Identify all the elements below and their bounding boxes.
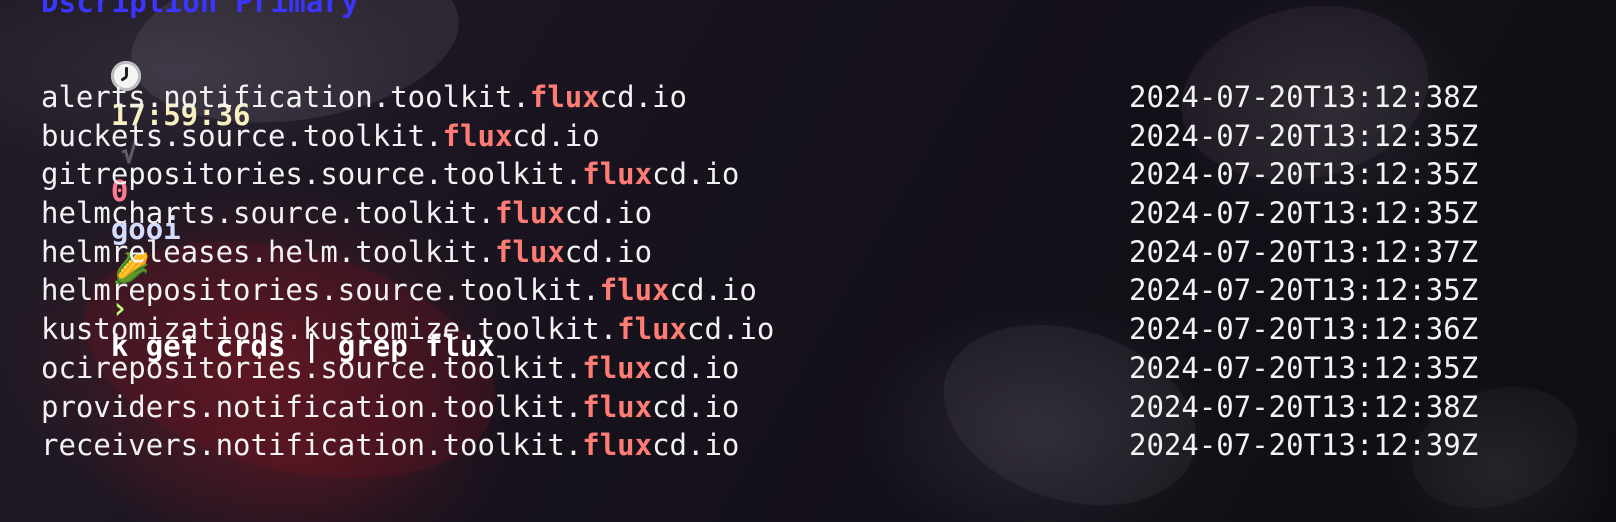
crd-name-suffix: cd.io — [669, 273, 757, 308]
created-at: 2024-07-20T13:12:36Z — [1129, 312, 1479, 347]
output-row: helmrepositories.source.toolkit.fluxcd.i… — [41, 271, 1521, 310]
output-row: alerts.notification.toolkit.fluxcd.io 20… — [41, 78, 1521, 117]
partial-top-line: Dscription Primary — [41, 0, 359, 19]
crd-name-suffix: cd.io — [652, 389, 740, 424]
grep-match: flux — [494, 234, 565, 269]
grep-match: flux — [529, 80, 600, 114]
created-at: 2024-07-20T13:12:35Z — [1129, 157, 1479, 192]
crd-name-prefix: helmcharts.source.toolkit. — [41, 196, 495, 231]
crd-name-prefix: buckets.source.toolkit. — [41, 118, 443, 153]
crd-name-suffix: cd.io — [687, 312, 775, 347]
crd-name: gitrepositories.source.toolkit.fluxcd.io — [41, 155, 739, 193]
grep-match: flux — [599, 273, 670, 308]
crd-name: helmcharts.source.toolkit.fluxcd.io — [41, 194, 652, 232]
crd-name-suffix: cd.io — [652, 157, 740, 192]
crd-name: buckets.source.toolkit.fluxcd.io — [41, 117, 600, 155]
created-at: 2024-07-20T13:12:35Z — [1129, 118, 1479, 153]
crd-name-suffix: cd.io — [652, 428, 740, 463]
crd-name-suffix: cd.io — [564, 196, 653, 231]
created-at: 2024-07-20T13:12:38Z — [1129, 389, 1479, 424]
crd-name-prefix: helmreleases.helm.toolkit. — [41, 234, 495, 269]
created-at: 2024-07-20T13:12:38Z — [1129, 80, 1479, 114]
crd-name-suffix: cd.io — [652, 350, 740, 385]
output-row: kustomizations.kustomize.toolkit.fluxcd.… — [41, 310, 1521, 349]
created-at: 2024-07-20T13:12:35Z — [1129, 350, 1479, 385]
crd-name: helmreleases.helm.toolkit.fluxcd.io — [41, 233, 652, 271]
crd-name-prefix: helmrepositories.source.toolkit. — [41, 273, 600, 308]
created-at: 2024-07-20T13:12:39Z — [1129, 428, 1479, 463]
created-at: 2024-07-20T13:12:35Z — [1129, 196, 1479, 231]
output-row: helmreleases.helm.toolkit.fluxcd.io 2024… — [41, 233, 1521, 272]
crd-name-suffix: cd.io — [599, 80, 688, 114]
crd-name-suffix: cd.io — [512, 118, 600, 153]
crd-name: kustomizations.kustomize.toolkit.fluxcd.… — [41, 310, 774, 348]
crd-name-prefix: alerts.notification.toolkit. — [41, 80, 530, 114]
crd-name: ocirepositories.source.toolkit.fluxcd.io — [41, 349, 739, 387]
output-row: providers.notification.toolkit.fluxcd.io… — [41, 388, 1521, 427]
command-output: alerts.notification.toolkit.fluxcd.io 20… — [41, 78, 1521, 465]
grep-match: flux — [582, 428, 653, 463]
created-at: 2024-07-20T13:12:37Z — [1129, 234, 1479, 269]
grep-match: flux — [582, 389, 653, 424]
grep-match: flux — [582, 157, 653, 192]
grep-match: flux — [582, 350, 653, 385]
crd-name-prefix: receivers.notification.toolkit. — [41, 428, 583, 463]
crd-name: helmrepositories.source.toolkit.fluxcd.i… — [41, 271, 757, 309]
crd-name: alerts.notification.toolkit.fluxcd.io — [41, 78, 687, 116]
terminal-window[interactable]: Dscription Primary 17:59:36 √ 0 gooi 🌽 ›… — [0, 0, 1616, 522]
output-row: ocirepositories.source.toolkit.fluxcd.io… — [41, 349, 1521, 388]
crd-name-suffix: cd.io — [564, 234, 653, 269]
crd-name-prefix: providers.notification.toolkit. — [41, 389, 583, 424]
grep-match: flux — [442, 118, 513, 153]
output-row: buckets.source.toolkit.fluxcd.io 2024-07… — [41, 117, 1521, 156]
output-row: receivers.notification.toolkit.fluxcd.io… — [41, 426, 1521, 465]
crd-name: providers.notification.toolkit.fluxcd.io — [41, 388, 739, 426]
crd-name-prefix: kustomizations.kustomize.toolkit. — [41, 312, 618, 347]
output-row: helmcharts.source.toolkit.fluxcd.io 2024… — [41, 194, 1521, 233]
crd-name: receivers.notification.toolkit.fluxcd.io — [41, 426, 739, 464]
grep-match: flux — [617, 312, 688, 347]
crd-name-prefix: ocirepositories.source.toolkit. — [41, 350, 583, 385]
crd-name-prefix: gitrepositories.source.toolkit. — [41, 157, 583, 192]
output-row: gitrepositories.source.toolkit.fluxcd.io… — [41, 155, 1521, 194]
created-at: 2024-07-20T13:12:35Z — [1129, 273, 1479, 308]
grep-match: flux — [494, 196, 565, 231]
